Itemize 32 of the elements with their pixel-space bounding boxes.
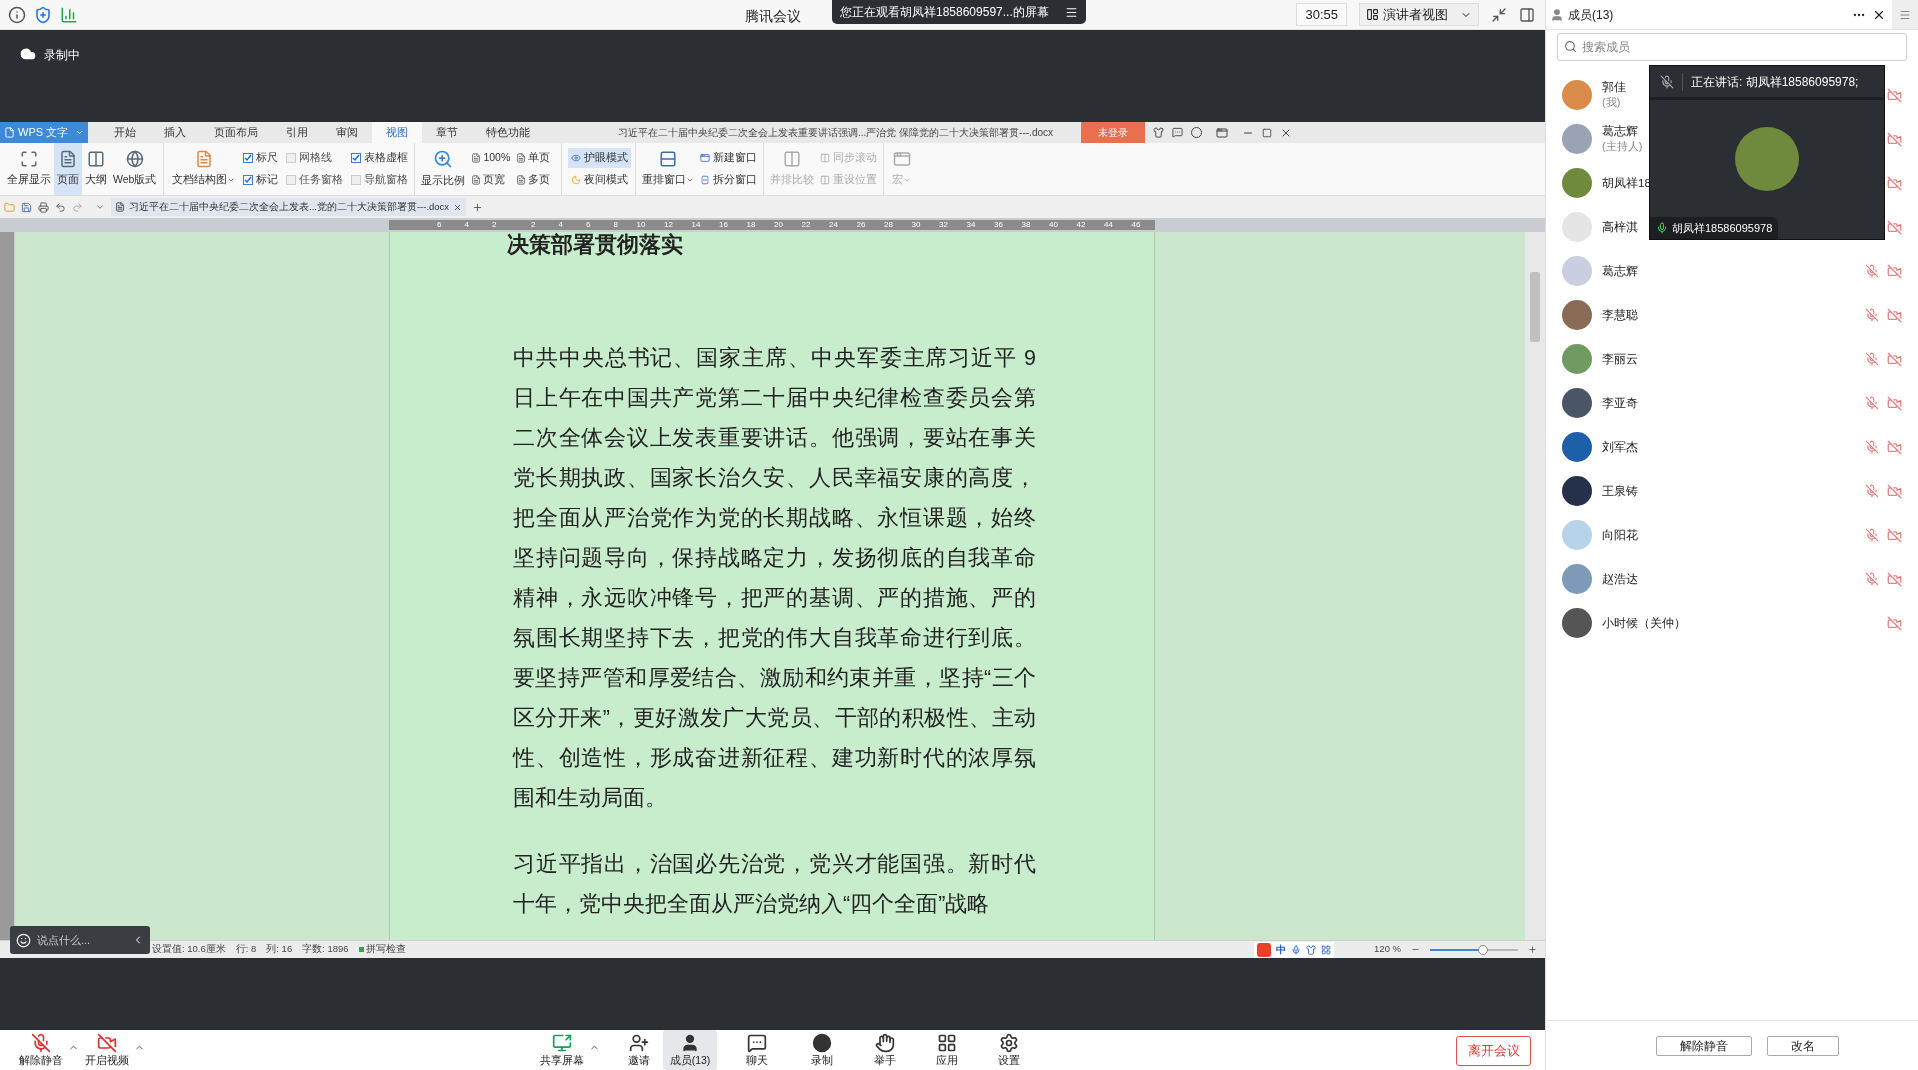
member-role: (我): [1602, 95, 1622, 110]
member-name: 葛志辉: [1602, 263, 1638, 279]
speaking-banner: 正在讲话: 胡凤祥18586095978;: [1682, 72, 1859, 91]
panel-title: 成员(13): [1568, 6, 1614, 24]
document-heading: 决策部署贯彻落实: [507, 232, 684, 258]
member-name: 李慧聪: [1602, 307, 1638, 323]
document-paragraph: 习近平指出，治国必先治党，党兴才能国强。新时代十年，党中央把全面从严治党纳入“四个全面”战略: [513, 851, 1036, 918]
member-name: 王泉铸: [1602, 483, 1638, 499]
window-title: 腾讯会议: [745, 7, 801, 26]
meeting-timer: 30:55: [1296, 2, 1347, 27]
viewing-text: 您正在观看胡凤祥1858609597...的屏幕: [840, 4, 1049, 21]
recording-label: 录制中: [44, 47, 80, 64]
member-name: 高梓淇: [1602, 219, 1638, 235]
horizontal-ruler: 6 4 2 2 4 6 8 10 12 14 16 18 20 22 24 26 28 30 32 34 36 38 40 42 44 46: [389, 220, 1155, 230]
member-role: (主持人): [1602, 139, 1643, 154]
member-name: 刘军杰: [1602, 439, 1638, 455]
document-paragraph: 中共中央总书记、国家主席、中央军委主席习近平 9 日上午在中国共产党第二十届中央纪律检查委员会第二次全体会议上发表重要讲话。他强调，要站在事关党长期执政、国家长治久安、人民幸福安康的高度，把全面从严治党作为党的长期战略、永恒课题，始终坚持问题导向，保持战略定力，发扬彻底的自我革命精神，永远吹冲锋号，把严的基调、严的措施、严的氛围长期坚持下去，把党的伟大自我革命进行到底。要坚持严管和厚爱结合、激励和约束并重，坚持“三个区分开来”，更好激发广大党员、干部的积极性、主动性、创造性，形成奋进新征程、建功新时代的浓厚氛围和生动局面。: [513, 345, 1036, 812]
member-name: 小时候（关仲）: [1602, 615, 1686, 631]
member-name: 赵浩达: [1602, 571, 1638, 587]
member-name: 郭佳: [1602, 80, 1626, 95]
status-item: 列: 16: [266, 942, 293, 957]
document-title: 习近平在二十届中央纪委二次全会上发表重要讲话强调...严治党 保障党的二十大决策部署贯---.docx: [618, 126, 1053, 140]
status-item: 行: 8: [235, 942, 257, 957]
member-name: 葛志辉: [1602, 124, 1639, 139]
zoom-level: 120 %: [1374, 942, 1401, 957]
member-name: 李丽云: [1602, 351, 1638, 367]
document-tab-title: 习近平在二十届中央纪委二次全会上发表...党的二十大决策部署贯---.docx: [129, 199, 450, 214]
member-name: 向阳花: [1602, 527, 1638, 543]
status-item: 字数: 1896: [302, 942, 349, 957]
speaker-name: 胡凤祥18586095978: [1672, 220, 1773, 236]
member-name: 李亚奇: [1602, 395, 1638, 411]
status-item: 设置值: 10.6厘米: [152, 942, 226, 957]
